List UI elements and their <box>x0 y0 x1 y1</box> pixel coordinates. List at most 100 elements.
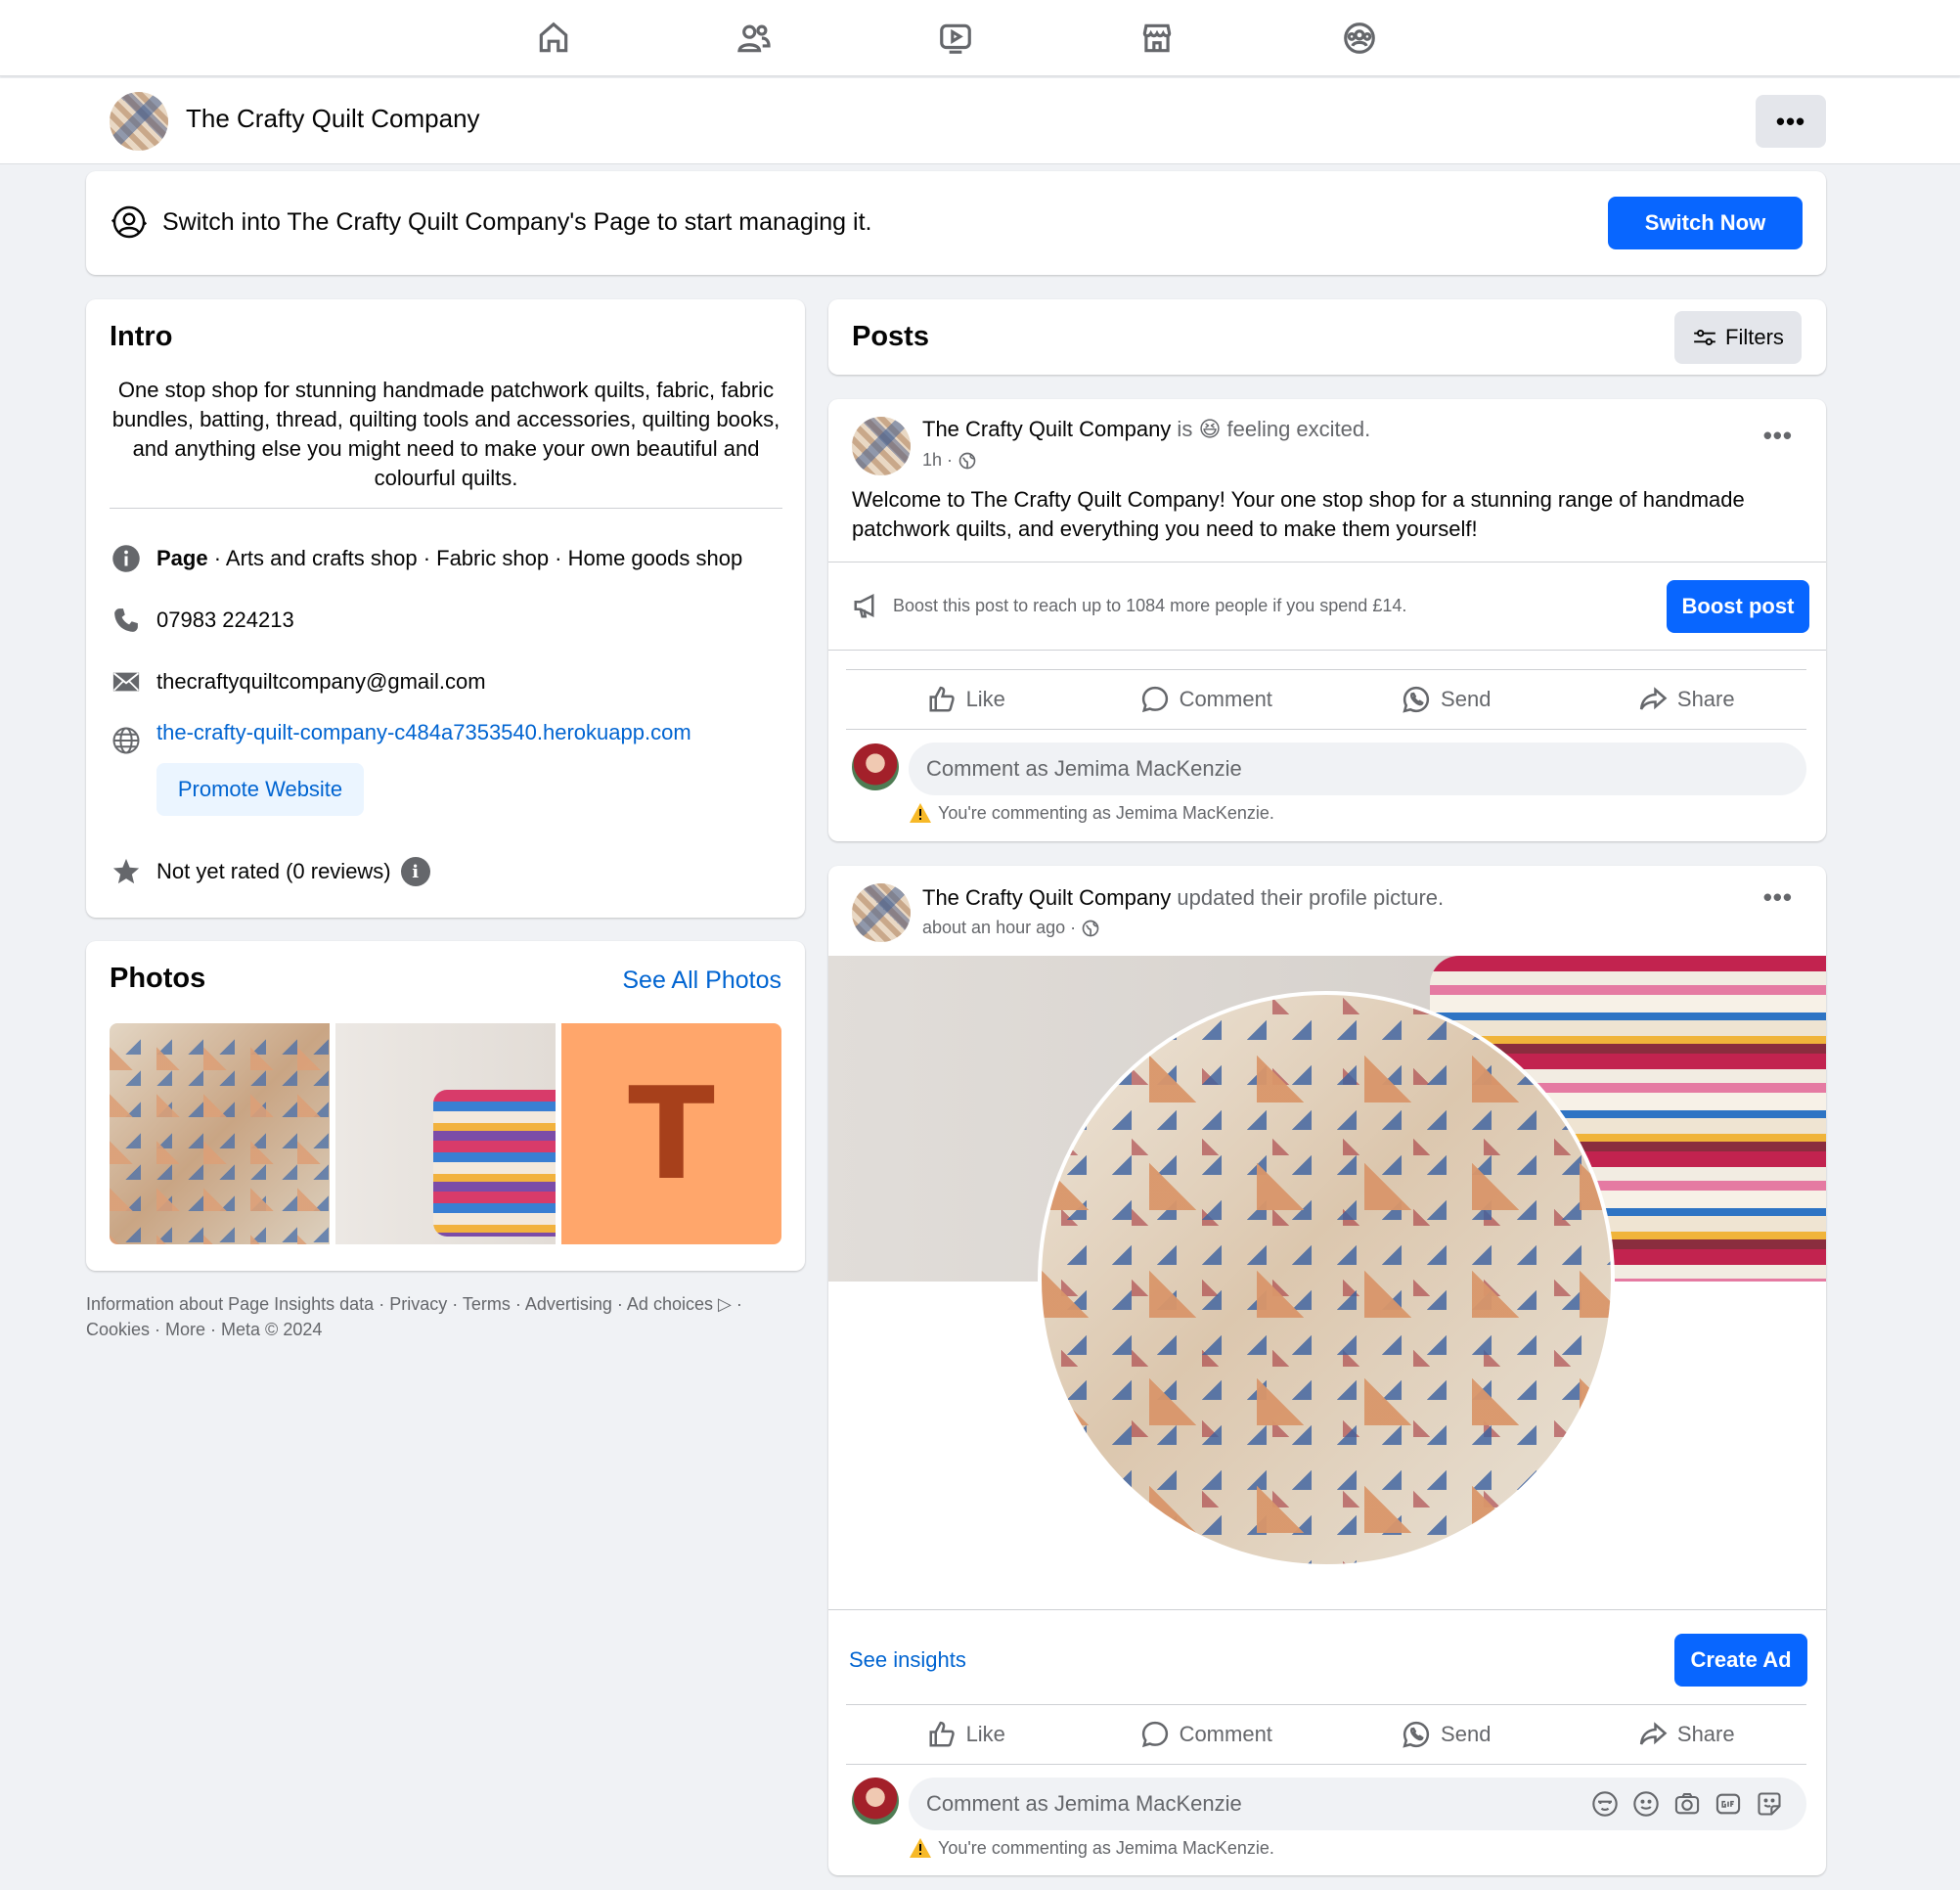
phone-number[interactable]: 07983 224213 <box>156 608 294 633</box>
post-actions-bar: Like Comment Send Share <box>846 669 1806 730</box>
share-button[interactable]: Share <box>1567 670 1807 729</box>
globe-icon <box>110 724 143 757</box>
share-label: Share <box>1676 687 1735 711</box>
comment-button[interactable]: Comment <box>1087 670 1327 729</box>
camera-icon[interactable] <box>1673 1790 1701 1818</box>
divider <box>828 650 1826 651</box>
quilt-stack-image <box>433 1090 556 1237</box>
send-label: Send <box>1441 1722 1492 1746</box>
info-icon <box>110 542 143 575</box>
profile-picture-update-image[interactable] <box>828 956 1826 1609</box>
whatsapp-icon <box>1403 1721 1430 1748</box>
comment-button[interactable]: Comment <box>1087 1705 1327 1764</box>
post-activity-prefix: is <box>1171 417 1199 441</box>
post-meta: 1h · <box>922 450 976 471</box>
intro-phone-row: 07983 224213 <box>110 604 294 637</box>
see-insights-link[interactable]: See insights <box>849 1647 966 1673</box>
like-button[interactable]: Like <box>846 1705 1087 1764</box>
divider <box>828 1609 1826 1610</box>
commenter-avatar[interactable] <box>852 743 899 790</box>
posts-header: Posts Filters <box>828 299 1826 375</box>
marketplace-icon[interactable] <box>1133 14 1181 63</box>
like-label: Like <box>965 687 1005 711</box>
page-title[interactable]: The Crafty Quilt Company <box>186 104 480 134</box>
switch-now-button[interactable]: Switch Now <box>1608 197 1803 249</box>
warning-icon <box>910 803 931 823</box>
commenter-avatar[interactable] <box>852 1778 899 1824</box>
home-icon[interactable] <box>529 14 578 63</box>
intro-title: Intro <box>110 321 173 352</box>
gif-icon[interactable] <box>1715 1790 1742 1818</box>
intro-category-row: Page · Arts and crafts shop · Fabric sho… <box>110 542 742 575</box>
share-label: Share <box>1676 1722 1735 1746</box>
page-avatar[interactable] <box>110 92 168 151</box>
photo-thumbnail[interactable] <box>110 1023 330 1244</box>
footer-links-line2[interactable]: Cookies · More · Meta © 2024 <box>86 1317 805 1342</box>
post-activity: feeling excited. <box>1221 417 1371 441</box>
filters-label: Filters <box>1725 325 1784 349</box>
groups-icon[interactable] <box>1335 14 1384 63</box>
emoji-icon[interactable] <box>1632 1790 1660 1818</box>
public-globe-icon <box>958 452 976 469</box>
create-ad-button[interactable]: Create Ad <box>1674 1634 1807 1687</box>
see-all-photos-link[interactable]: See All Photos <box>622 967 781 995</box>
post-activity: updated their profile picture. <box>1171 885 1445 910</box>
photo-thumbnail[interactable] <box>335 1023 556 1244</box>
like-label: Like <box>965 1722 1005 1746</box>
category-list: · Arts and crafts shop · Fabric shop · H… <box>207 546 743 570</box>
intro-card: Intro One stop shop for stunning handmad… <box>86 299 805 918</box>
post-author-name[interactable]: The Crafty Quilt Company <box>922 417 1171 441</box>
commenting-as-notice: You're commenting as Jemima MacKenzie. <box>909 802 1274 824</box>
warning-icon <box>910 1838 931 1858</box>
website-link[interactable]: the-crafty-quilt-company-c484a7353540.he… <box>156 720 691 745</box>
commenting-as-text: You're commenting as Jemima MacKenzie. <box>938 1837 1274 1858</box>
switch-profile-banner: Switch into The Crafty Quilt Company's P… <box>86 171 1826 275</box>
page-footer: Information about Page Insights data · P… <box>86 1291 805 1342</box>
send-label: Send <box>1441 687 1492 711</box>
photo-thumbnail[interactable]: T <box>561 1023 781 1244</box>
public-globe-icon <box>1082 920 1099 936</box>
footer-links-line1[interactable]: Information about Page Insights data · P… <box>86 1291 805 1317</box>
post-timestamp[interactable]: about an hour ago · <box>922 918 1076 938</box>
send-button[interactable]: Send <box>1326 670 1567 729</box>
watch-icon[interactable] <box>931 14 980 63</box>
share-icon <box>1639 687 1668 710</box>
avatar-sticker-icon[interactable] <box>1591 1790 1619 1818</box>
comment-icon <box>1141 1721 1168 1748</box>
share-icon <box>1639 1722 1668 1745</box>
intro-email-row: thecraftyquiltcompany@gmail.com <box>110 665 486 698</box>
post-timestamp[interactable]: 1h · <box>922 450 953 471</box>
post-card: The Crafty Quilt Company updated their p… <box>828 866 1826 1875</box>
post-author-name[interactable]: The Crafty Quilt Company <box>922 885 1171 910</box>
email-icon <box>110 665 143 698</box>
phone-icon <box>110 604 143 637</box>
post-author-avatar[interactable] <box>852 883 911 942</box>
comment-input[interactable]: Comment as Jemima MacKenzie <box>909 742 1806 795</box>
megaphone-icon <box>854 593 874 618</box>
switch-profile-icon <box>111 204 148 240</box>
filters-button[interactable]: Filters <box>1674 311 1802 364</box>
sticker-icon[interactable] <box>1756 1790 1783 1818</box>
rating-info-icon[interactable]: i <box>400 857 430 886</box>
like-button[interactable]: Like <box>846 670 1087 729</box>
boost-post-button[interactable]: Boost post <box>1667 580 1809 633</box>
like-icon <box>929 1721 955 1747</box>
intro-website-row: the-crafty-quilt-company-c484a7353540.he… <box>110 720 691 757</box>
intro-rating-row: Not yet rated (0 reviews) i <box>110 855 430 888</box>
post-author-avatar[interactable] <box>852 417 911 475</box>
photos-title: Photos <box>110 963 206 994</box>
email-address[interactable]: thecraftyquiltcompany@gmail.com <box>156 669 486 695</box>
whatsapp-icon <box>1403 686 1430 713</box>
filters-icon <box>1694 329 1715 346</box>
promote-website-button[interactable]: Promote Website <box>156 763 364 816</box>
like-icon <box>929 686 955 712</box>
post-options-icon[interactable]: ••• <box>1763 882 1793 913</box>
send-button[interactable]: Send <box>1326 1705 1567 1764</box>
rating-text: Not yet rated (0 reviews) <box>156 859 391 883</box>
post-options-icon[interactable]: ••• <box>1763 421 1793 451</box>
friends-icon[interactable] <box>730 14 779 63</box>
category-page-label: Page <box>156 546 208 570</box>
share-button[interactable]: Share <box>1567 1705 1807 1764</box>
posts-title: Posts <box>852 321 929 352</box>
page-more-button[interactable]: ••• <box>1756 95 1826 148</box>
